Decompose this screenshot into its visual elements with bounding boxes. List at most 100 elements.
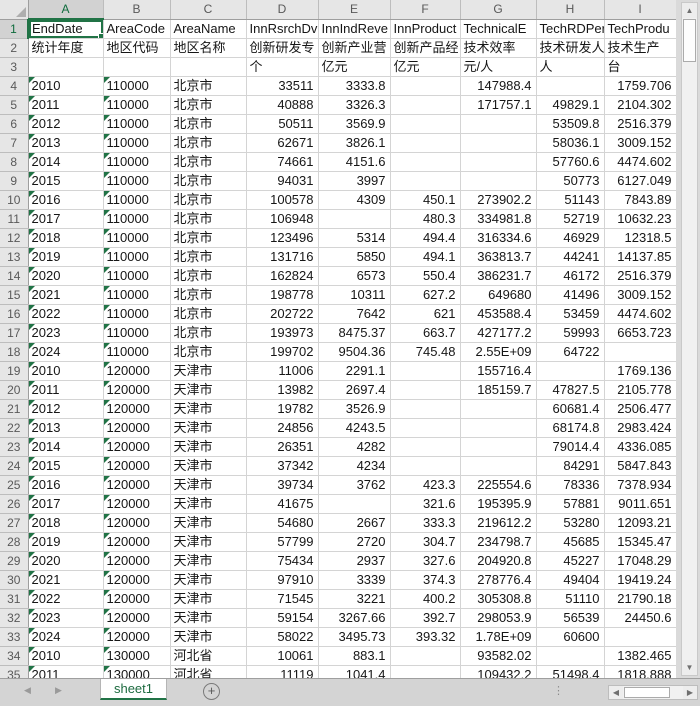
cell-G21[interactable] bbox=[460, 399, 537, 419]
cell-I1[interactable]: TechProdu bbox=[604, 19, 677, 39]
cell-G15[interactable]: 649680 bbox=[460, 285, 537, 305]
cell-C24[interactable]: 天津市 bbox=[170, 456, 247, 476]
cell-C7[interactable]: 北京市 bbox=[170, 133, 247, 153]
cell-H27[interactable]: 53280 bbox=[536, 513, 605, 533]
cell-I30[interactable]: 19419.24 bbox=[604, 570, 677, 590]
cell-F7[interactable] bbox=[390, 133, 461, 153]
cell-H23[interactable]: 79014.4 bbox=[536, 437, 605, 457]
row-header-31[interactable]: 31 bbox=[0, 589, 29, 609]
cell-I8[interactable]: 4474.602 bbox=[604, 152, 677, 172]
scroll-up-button[interactable]: ▲ bbox=[682, 3, 697, 18]
cell-D29[interactable]: 75434 bbox=[246, 551, 319, 571]
cell-G34[interactable]: 93582.02 bbox=[460, 646, 537, 666]
row-header-27[interactable]: 27 bbox=[0, 513, 29, 533]
cell-A20[interactable]: 2011 bbox=[28, 380, 104, 400]
cell-G16[interactable]: 453588.4 bbox=[460, 304, 537, 324]
cell-D12[interactable]: 123496 bbox=[246, 228, 319, 248]
cell-B6[interactable]: 110000 bbox=[103, 114, 171, 134]
cell-C23[interactable]: 天津市 bbox=[170, 437, 247, 457]
cell-F12[interactable]: 494.4 bbox=[390, 228, 461, 248]
column-header-b[interactable]: B bbox=[103, 0, 171, 20]
cell-A19[interactable]: 2010 bbox=[28, 361, 104, 381]
cell-I2[interactable]: 技术生产 bbox=[604, 38, 677, 58]
cell-H10[interactable]: 51143 bbox=[536, 190, 605, 210]
cell-F5[interactable] bbox=[390, 95, 461, 115]
cell-I16[interactable]: 4474.602 bbox=[604, 304, 677, 324]
cell-D31[interactable]: 71545 bbox=[246, 589, 319, 609]
cell-C1[interactable]: AreaName bbox=[170, 19, 247, 39]
cell-D18[interactable]: 199702 bbox=[246, 342, 319, 362]
cell-E23[interactable]: 4282 bbox=[318, 437, 391, 457]
cell-C10[interactable]: 北京市 bbox=[170, 190, 247, 210]
cell-H5[interactable]: 49829.1 bbox=[536, 95, 605, 115]
cell-H9[interactable]: 50773 bbox=[536, 171, 605, 191]
cell-I7[interactable]: 3009.152 bbox=[604, 133, 677, 153]
cell-I27[interactable]: 12093.21 bbox=[604, 513, 677, 533]
cell-H29[interactable]: 45227 bbox=[536, 551, 605, 571]
cell-I23[interactable]: 4336.085 bbox=[604, 437, 677, 457]
cell-A2[interactable]: 统计年度 bbox=[28, 38, 104, 58]
cell-H7[interactable]: 58036.1 bbox=[536, 133, 605, 153]
cell-E13[interactable]: 5850 bbox=[318, 247, 391, 267]
cell-F17[interactable]: 663.7 bbox=[390, 323, 461, 343]
cell-I25[interactable]: 7378.934 bbox=[604, 475, 677, 495]
cell-H14[interactable]: 46172 bbox=[536, 266, 605, 286]
cell-H24[interactable]: 84291 bbox=[536, 456, 605, 476]
column-header-f[interactable]: F bbox=[390, 0, 461, 20]
cell-G24[interactable] bbox=[460, 456, 537, 476]
cell-F16[interactable]: 621 bbox=[390, 304, 461, 324]
add-sheet-button[interactable]: + bbox=[203, 683, 220, 700]
cell-C27[interactable]: 天津市 bbox=[170, 513, 247, 533]
cell-A24[interactable]: 2015 bbox=[28, 456, 104, 476]
row-header-1[interactable]: 1 bbox=[0, 19, 29, 39]
horizontal-scrollbar[interactable]: ◀ ▶ bbox=[608, 685, 698, 700]
cell-B3[interactable] bbox=[103, 57, 171, 77]
cell-C16[interactable]: 北京市 bbox=[170, 304, 247, 324]
vertical-scrollbar-thumb[interactable] bbox=[683, 19, 696, 62]
row-header-2[interactable]: 2 bbox=[0, 38, 29, 58]
cell-A31[interactable]: 2022 bbox=[28, 589, 104, 609]
cell-F3[interactable]: 亿元 bbox=[390, 57, 461, 77]
cell-D9[interactable]: 94031 bbox=[246, 171, 319, 191]
cell-G11[interactable]: 334981.8 bbox=[460, 209, 537, 229]
cell-E19[interactable]: 2291.1 bbox=[318, 361, 391, 381]
cell-I29[interactable]: 17048.29 bbox=[604, 551, 677, 571]
cell-G6[interactable] bbox=[460, 114, 537, 134]
cell-F20[interactable] bbox=[390, 380, 461, 400]
cell-A10[interactable]: 2016 bbox=[28, 190, 104, 210]
cell-H25[interactable]: 78336 bbox=[536, 475, 605, 495]
cell-C8[interactable]: 北京市 bbox=[170, 152, 247, 172]
cell-A27[interactable]: 2018 bbox=[28, 513, 104, 533]
cell-E1[interactable]: InnIndReve bbox=[318, 19, 391, 39]
cell-B5[interactable]: 110000 bbox=[103, 95, 171, 115]
cell-I4[interactable]: 1759.706 bbox=[604, 76, 677, 96]
cell-F14[interactable]: 550.4 bbox=[390, 266, 461, 286]
cell-A16[interactable]: 2022 bbox=[28, 304, 104, 324]
cell-D4[interactable]: 33511 bbox=[246, 76, 319, 96]
row-header-19[interactable]: 19 bbox=[0, 361, 29, 381]
cell-E20[interactable]: 2697.4 bbox=[318, 380, 391, 400]
row-header-28[interactable]: 28 bbox=[0, 532, 29, 552]
cell-H3[interactable]: 人 bbox=[536, 57, 605, 77]
cell-F31[interactable]: 400.2 bbox=[390, 589, 461, 609]
cell-C5[interactable]: 北京市 bbox=[170, 95, 247, 115]
cell-B20[interactable]: 120000 bbox=[103, 380, 171, 400]
column-header-e[interactable]: E bbox=[318, 0, 391, 20]
cell-D10[interactable]: 100578 bbox=[246, 190, 319, 210]
cell-B23[interactable]: 120000 bbox=[103, 437, 171, 457]
cell-G33[interactable]: 1.78E+09 bbox=[460, 627, 537, 647]
cell-I31[interactable]: 21790.18 bbox=[604, 589, 677, 609]
horizontal-scrollbar-thumb[interactable] bbox=[624, 687, 670, 698]
vertical-scrollbar[interactable]: ▲ ▼ bbox=[681, 2, 698, 676]
cell-G32[interactable]: 298053.9 bbox=[460, 608, 537, 628]
cell-G30[interactable]: 278776.4 bbox=[460, 570, 537, 590]
cell-H2[interactable]: 技术研发人 bbox=[536, 38, 605, 58]
cell-H1[interactable]: TechRDPer bbox=[536, 19, 605, 39]
row-header-22[interactable]: 22 bbox=[0, 418, 29, 438]
cell-G10[interactable]: 273902.2 bbox=[460, 190, 537, 210]
cell-D11[interactable]: 106948 bbox=[246, 209, 319, 229]
cell-H22[interactable]: 68174.8 bbox=[536, 418, 605, 438]
cell-C11[interactable]: 北京市 bbox=[170, 209, 247, 229]
row-header-21[interactable]: 21 bbox=[0, 399, 29, 419]
cell-C13[interactable]: 北京市 bbox=[170, 247, 247, 267]
